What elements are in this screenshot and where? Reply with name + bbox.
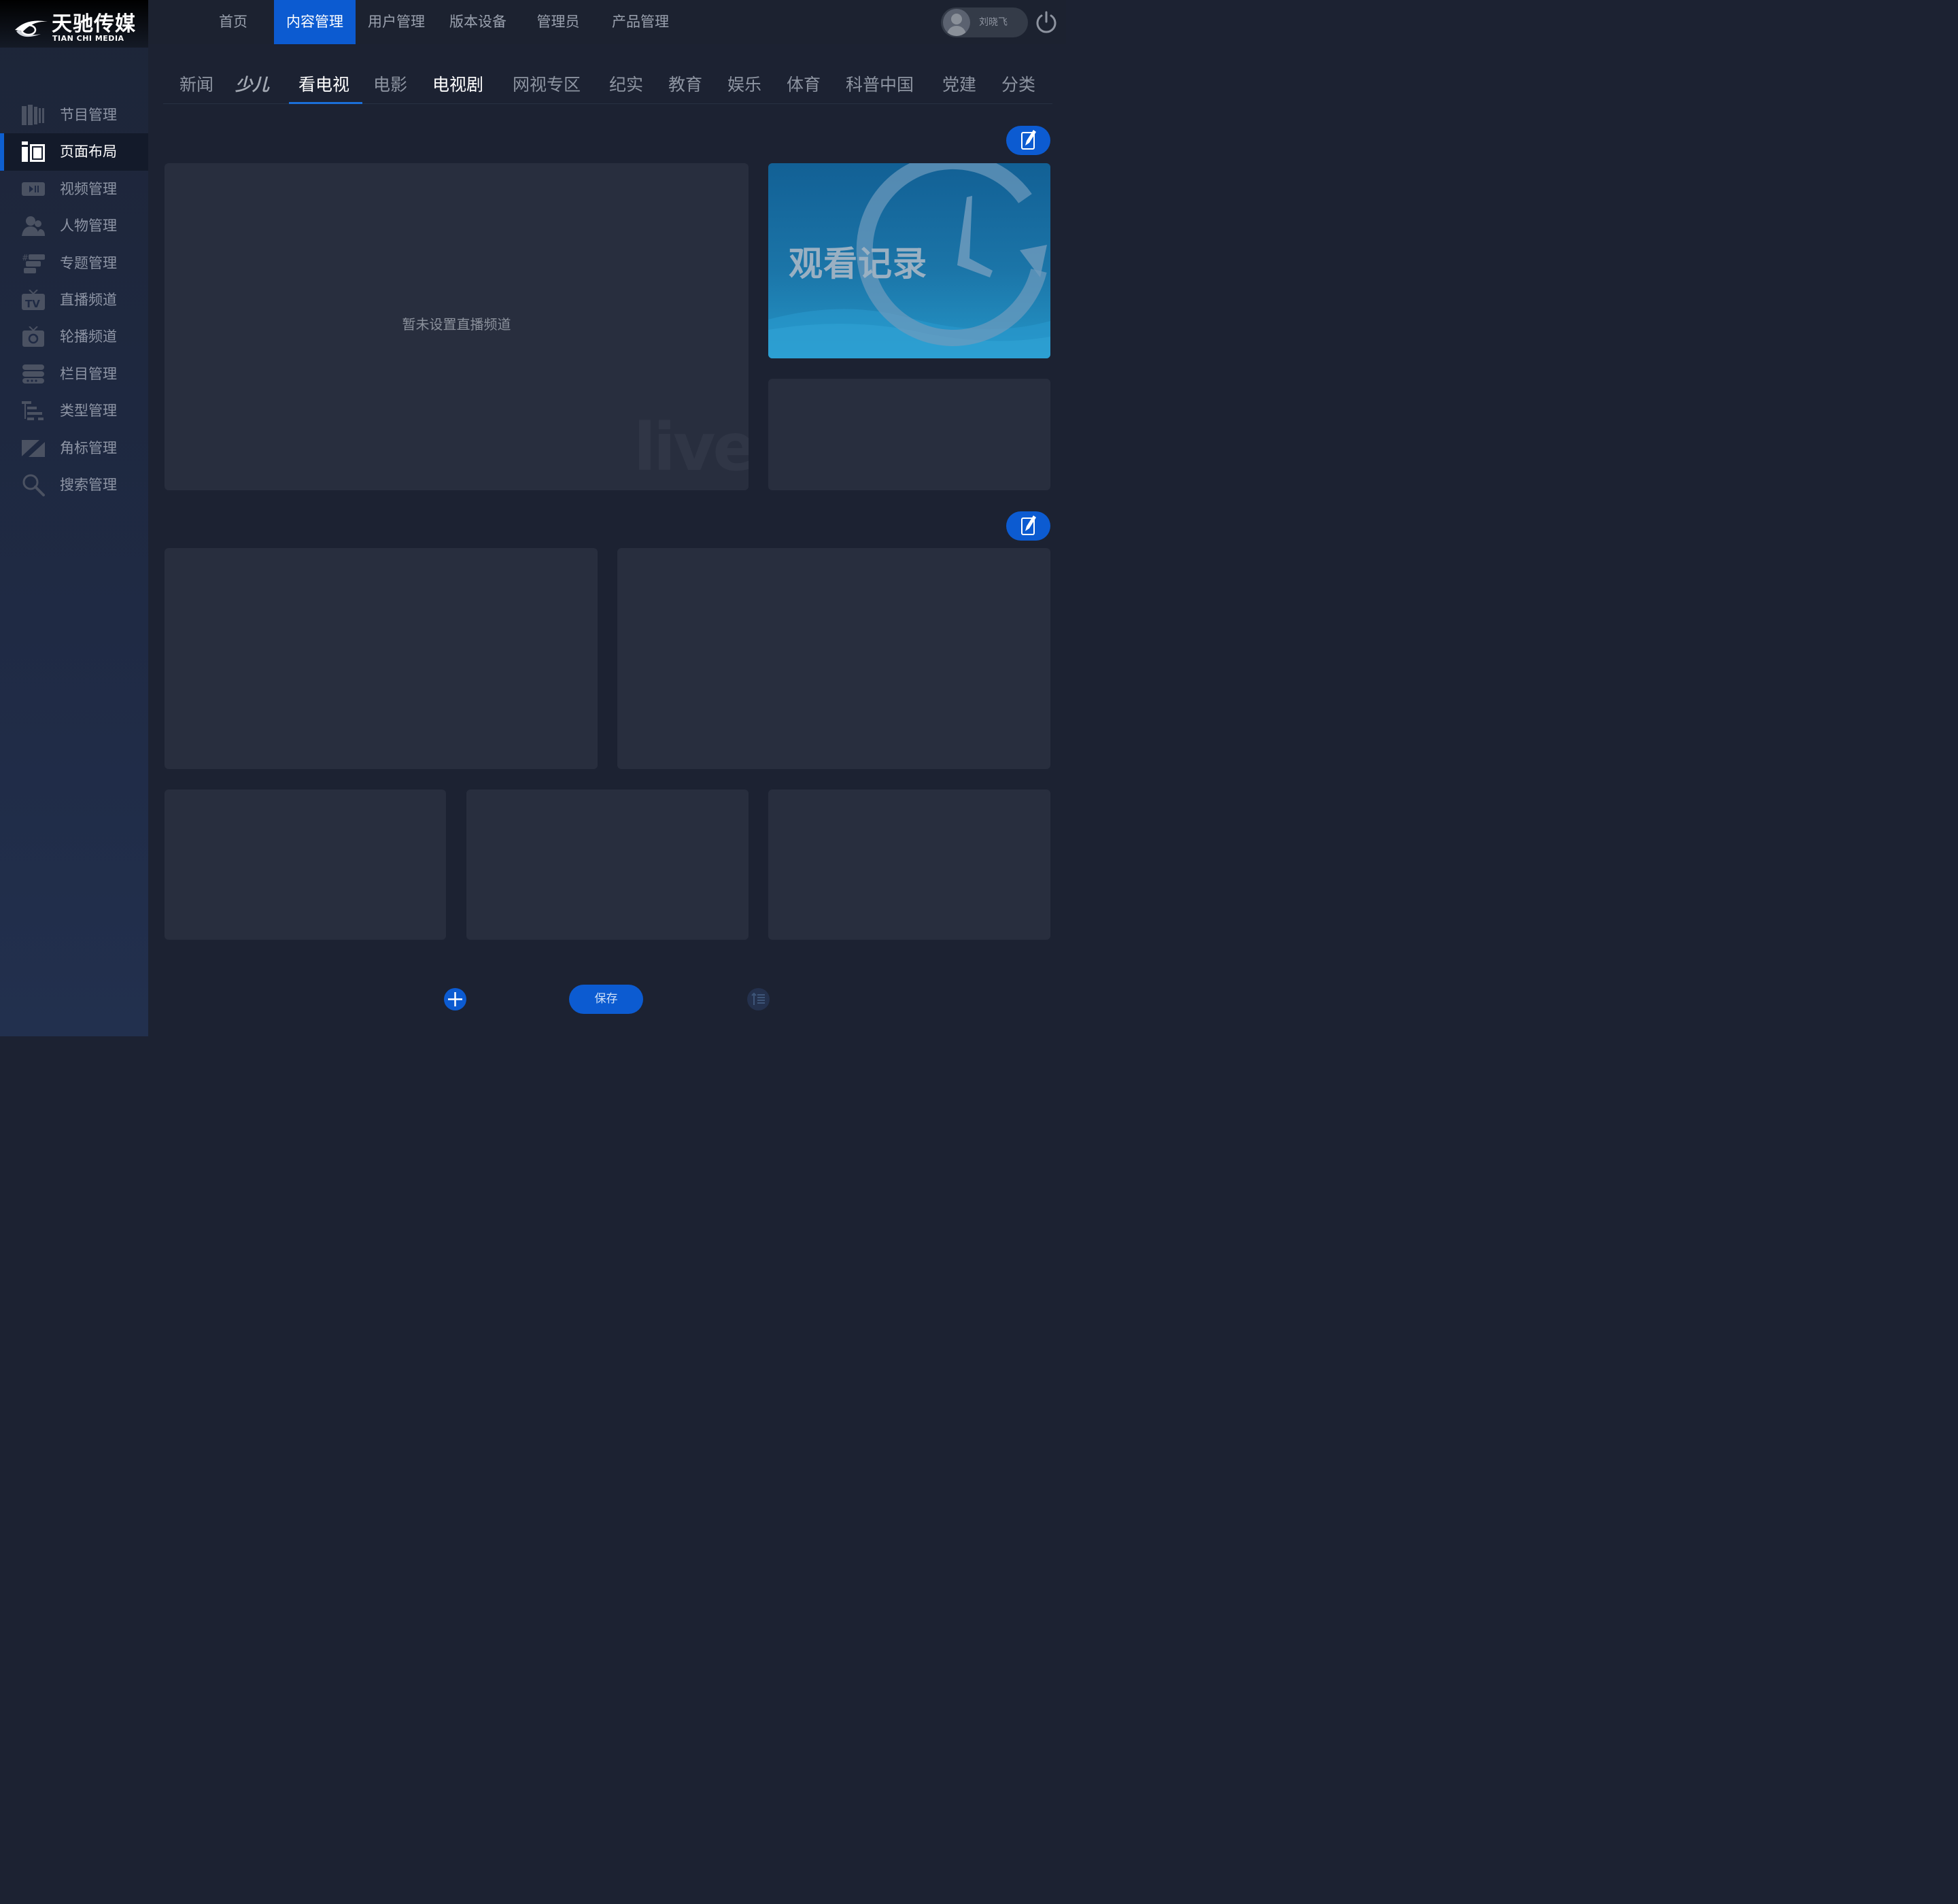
search-icon [22,474,45,496]
sidebar-item-videos[interactable]: 视频管理 [0,171,148,207]
sidebar-item-people[interactable]: 人物管理 [0,207,148,244]
save-button[interactable]: 保存 [569,985,643,1014]
tab-web-zone[interactable]: 网视专区 [513,65,581,104]
tv-icon: TV [22,289,45,310]
top-nav-products[interactable]: 产品管理 [606,0,675,44]
top-nav-versions[interactable]: 版本设备 [443,0,513,44]
sidebar-item-columns[interactable]: 栏目管理 [0,356,148,392]
power-icon[interactable] [1035,11,1058,34]
tab-documentary[interactable]: 纪实 [609,65,643,104]
brand-name-cn: 天驰传媒 [52,12,136,36]
sidebar-item-label: 角标管理 [60,439,117,456]
svg-text:TV: TV [25,298,40,310]
top-nav-content[interactable]: 内容管理 [274,0,356,44]
content-slot[interactable] [617,548,1050,769]
sidebar: 天驰传媒 TIAN CHI MEDIA 节目管理 页面布局 视频管理 人物管理 … [0,0,148,1036]
content-slot[interactable] [768,379,1050,490]
active-tab-indicator [289,102,362,104]
top-nav-home[interactable]: 首页 [209,0,257,44]
sidebar-item-label: 轮播频道 [60,328,117,345]
content-slot[interactable] [466,789,749,940]
layout-icon [22,141,45,163]
video-icon [22,179,45,199]
columns-icon [22,364,45,384]
live-placeholder-text: 暂未设置直播频道 [402,316,511,333]
live-watermark: live [634,409,749,486]
avatar [943,9,970,36]
logo-eye-icon [15,20,48,37]
user-name: 刘晓飞 [979,17,1008,28]
tab-categories[interactable]: 分类 [1001,65,1035,104]
sidebar-item-label: 人物管理 [60,218,117,235]
sidebar-item-types[interactable]: 类型管理 [0,392,148,429]
edit-icon [1021,515,1036,535]
brand-logo[interactable]: 天驰传媒 TIAN CHI MEDIA [0,0,148,48]
svg-text:#: # [22,253,29,262]
tab-kids[interactable]: 少儿 [235,65,269,104]
sidebar-item-label: 页面布局 [60,143,117,160]
side-menu: 节目管理 页面布局 视频管理 人物管理 # 专题管理 TV 直播频道 轮播频道 … [0,97,148,503]
sidebar-item-programs[interactable]: 节目管理 [0,97,148,133]
carousel-icon [22,326,45,347]
user-menu[interactable]: 刘晓飞 [941,7,1028,37]
plus-icon [448,992,462,1006]
tab-party-building[interactable]: 党建 [942,65,976,104]
edit-section-1-button[interactable] [1006,126,1050,155]
sort-list-icon [751,992,765,1005]
sidebar-item-label: 栏目管理 [60,365,117,382]
category-tabs: 新闻 少儿 看电视 电影 电视剧 网视专区 纪实 教育 娱乐 体育 科普中国 党… [163,65,1052,104]
books-icon [22,105,45,125]
tab-watch-tv[interactable]: 看电视 [298,65,349,104]
sidebar-item-search[interactable]: 搜索管理 [0,466,148,503]
types-icon [22,401,45,421]
tab-movies[interactable]: 电影 [373,65,407,104]
sidebar-item-label: 节目管理 [60,107,117,123]
top-bar: 首页 内容管理 用户管理 版本设备 管理员 产品管理 刘晓飞 [148,0,1066,44]
content-slot[interactable] [165,789,446,940]
sidebar-item-carousel-channels[interactable]: 轮播频道 [0,318,148,355]
content-slot[interactable] [165,548,598,769]
tab-entertainment[interactable]: 娱乐 [727,65,761,104]
sidebar-item-label: 搜索管理 [60,476,117,493]
topic-icon: # [22,253,45,273]
tab-sports[interactable]: 体育 [787,65,821,104]
sidebar-item-label: 类型管理 [60,403,117,420]
content-slot[interactable] [768,789,1050,940]
edit-icon [1021,130,1036,150]
sidebar-item-corner-badges[interactable]: 角标管理 [0,430,148,466]
top-nav-users[interactable]: 用户管理 [362,0,431,44]
sidebar-item-label: 直播频道 [60,291,117,308]
tab-education[interactable]: 教育 [668,65,702,104]
sidebar-item-label: 视频管理 [60,180,117,197]
watch-history-label: 观看记录 [789,243,927,284]
sidebar-item-live-channels[interactable]: TV 直播频道 [0,282,148,318]
corner-badge-icon [22,438,45,458]
edit-section-2-button[interactable] [1006,511,1050,541]
sidebar-item-label: 专题管理 [60,254,117,271]
sidebar-item-page-layout[interactable]: 页面布局 [0,133,148,171]
top-nav-admins[interactable]: 管理员 [533,0,583,44]
sidebar-item-topics[interactable]: # 专题管理 [0,245,148,282]
add-section-button[interactable] [444,988,466,1010]
tab-tv-series[interactable]: 电视剧 [432,65,483,104]
tab-news[interactable]: 新闻 [179,65,213,104]
sort-sections-button[interactable] [747,988,770,1010]
watch-history-tile[interactable]: 观看记录 [768,163,1050,358]
brand-name-en: TIAN CHI MEDIA [52,34,124,43]
people-icon [22,216,45,237]
live-channel-panel[interactable]: 暂未设置直播频道 live [165,163,749,490]
tab-science-china[interactable]: 科普中国 [846,65,914,104]
